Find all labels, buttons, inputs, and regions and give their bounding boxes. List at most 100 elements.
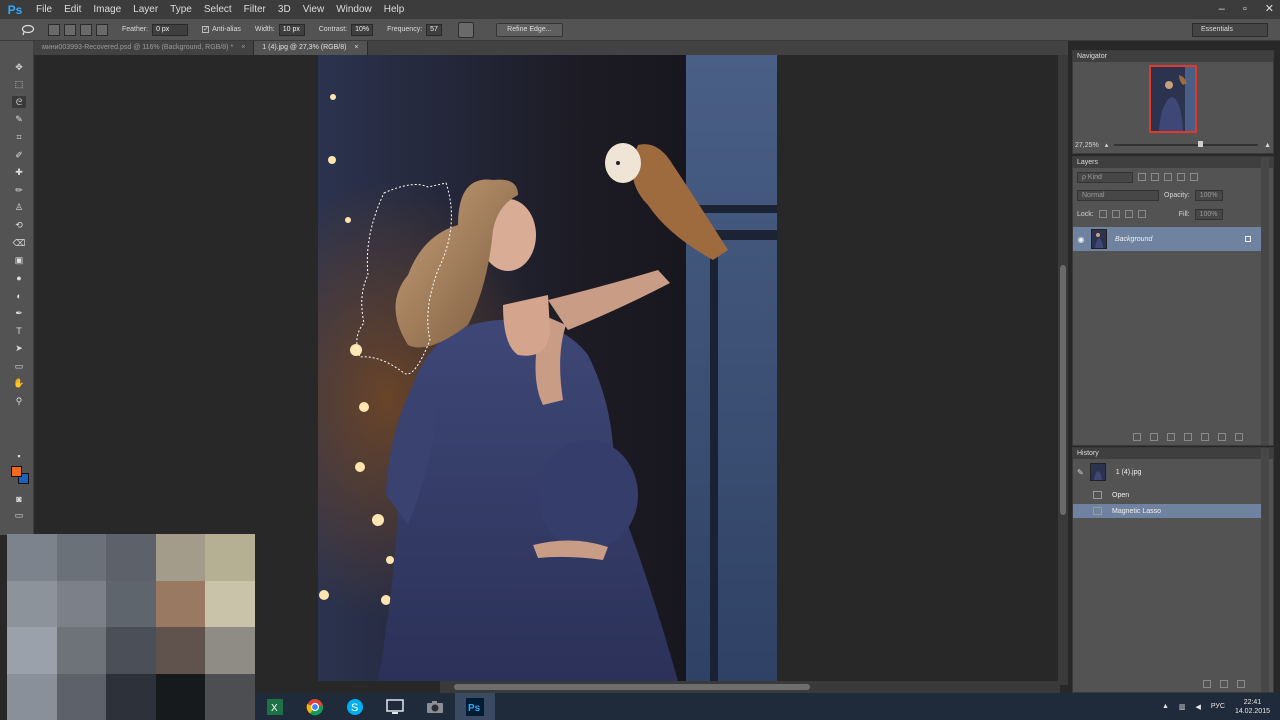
workspace-select[interactable]: Essentials: [1192, 23, 1268, 37]
foreground-color-swatch[interactable]: [11, 466, 22, 477]
menu-help[interactable]: Help: [378, 0, 411, 19]
quick-select-icon[interactable]: ✎: [12, 114, 26, 126]
history-step-magnetic-lasso[interactable]: Magnetic Lasso: [1073, 504, 1261, 518]
clock[interactable]: 22:41 14.02.2015: [1235, 698, 1270, 716]
menu-view[interactable]: View: [297, 0, 331, 19]
maximize-button[interactable]: ▫: [1243, 0, 1247, 18]
layer-style-icon[interactable]: [1150, 433, 1158, 441]
frequency-input[interactable]: 57: [426, 23, 443, 36]
lock-all-icon[interactable]: [1137, 210, 1146, 218]
zoom-icon[interactable]: ⚲: [12, 395, 26, 407]
zoom-value[interactable]: 27,25%: [1075, 142, 1099, 149]
excel-icon[interactable]: X: [255, 693, 295, 720]
layers-scrollbar[interactable]: [1261, 157, 1269, 445]
history-scrollbar[interactable]: [1261, 448, 1269, 692]
menu-filter[interactable]: Filter: [238, 0, 272, 19]
feather-input[interactable]: 0 px: [152, 23, 189, 36]
rectangle-icon[interactable]: ▭: [12, 360, 26, 372]
menu-edit[interactable]: Edit: [58, 0, 87, 19]
new-layer-icon[interactable]: [1218, 433, 1226, 441]
delete-layer-icon[interactable]: [1235, 433, 1243, 441]
lock-position-icon[interactable]: [1124, 210, 1133, 218]
new-document-from-state-icon[interactable]: [1203, 680, 1211, 688]
smart-filter-icon[interactable]: [1190, 173, 1198, 181]
history-brush-source-icon[interactable]: ✎: [1077, 468, 1084, 477]
menu-file[interactable]: File: [30, 0, 58, 19]
layers-title[interactable]: Layers: [1073, 157, 1273, 168]
eraser-icon[interactable]: ⌫: [12, 237, 26, 249]
zoom-slider[interactable]: [1114, 141, 1259, 147]
magnetic-lasso-icon[interactable]: [18, 22, 38, 38]
new-selection-icon[interactable]: [48, 23, 60, 36]
pen-icon[interactable]: ✒: [12, 307, 26, 319]
brush-icon[interactable]: ✏: [12, 184, 26, 196]
history-brush-icon[interactable]: ⟲: [12, 219, 26, 231]
lock-image-icon[interactable]: [1111, 210, 1120, 218]
delete-state-icon[interactable]: [1237, 680, 1245, 688]
layer-mask-icon[interactable]: [1167, 433, 1175, 441]
crop-icon[interactable]: ⌗: [12, 131, 26, 143]
shape-filter-icon[interactable]: [1177, 173, 1185, 181]
menu-window[interactable]: Window: [330, 0, 378, 19]
pen-pressure-button[interactable]: [458, 21, 475, 38]
zoom-in-icon[interactable]: ▲: [1264, 142, 1271, 149]
document-image[interactable]: [318, 55, 777, 681]
lasso-icon[interactable]: ᘓ: [12, 96, 26, 109]
zoom-slider-knob[interactable]: [1197, 141, 1203, 147]
tab-1-4-jpg[interactable]: 1 (4).jpg @ 27,3% (RGB/8) ×: [254, 41, 368, 55]
photoshop-taskbar-icon[interactable]: Ps: [455, 693, 495, 720]
navigator-title[interactable]: Navigator: [1073, 51, 1273, 62]
new-group-icon[interactable]: [1201, 433, 1209, 441]
type-icon[interactable]: T: [12, 325, 26, 337]
zoom-out-icon[interactable]: ▴: [1105, 141, 1109, 149]
refine-edge-button[interactable]: Refine Edge...: [496, 22, 563, 37]
marquee-icon[interactable]: ⬚: [12, 79, 26, 91]
clone-stamp-icon[interactable]: ♙: [12, 202, 26, 214]
gradient-icon[interactable]: ▣: [12, 255, 26, 267]
dodge-icon[interactable]: ◐: [12, 290, 26, 302]
type-filter-icon[interactable]: [1164, 173, 1172, 181]
adjustment-filter-icon[interactable]: [1151, 173, 1159, 181]
quick-mask-icon[interactable]: ◙: [12, 493, 26, 505]
layer-name[interactable]: Background: [1115, 236, 1245, 243]
path-select-icon[interactable]: ➤: [12, 343, 26, 355]
horizontal-scrollbar[interactable]: [440, 681, 1060, 693]
pixel-filter-icon[interactable]: [1138, 173, 1146, 181]
tray-arrow-icon[interactable]: ▲: [1162, 703, 1169, 710]
fill-input[interactable]: 100%: [1194, 208, 1223, 220]
move-icon[interactable]: ✥: [12, 61, 26, 73]
add-selection-icon[interactable]: [64, 23, 76, 36]
new-snapshot-icon[interactable]: [1220, 680, 1228, 688]
lock-transparent-icon[interactable]: [1098, 210, 1107, 218]
menu-select[interactable]: Select: [198, 0, 238, 19]
tab-recovered-psd[interactable]: мини003993-Recovered.psd @ 116% (Backgro…: [34, 41, 255, 55]
intersect-selection-icon[interactable]: [96, 23, 108, 36]
subtract-selection-icon[interactable]: [80, 23, 92, 36]
healing-icon[interactable]: ✚: [12, 167, 26, 179]
eyedropper-icon[interactable]: ✐: [12, 149, 26, 161]
vertical-scrollbar[interactable]: [1058, 55, 1068, 685]
layer-row-background[interactable]: ◉ Background: [1073, 227, 1261, 251]
close-button[interactable]: ✕: [1265, 0, 1274, 18]
minimize-button[interactable]: –: [1219, 0, 1225, 18]
eye-icon[interactable]: ◉: [1073, 235, 1089, 244]
antialias-checkbox[interactable]: ✓ Anti-alias: [202, 26, 241, 33]
close-tab-icon[interactable]: ×: [241, 41, 245, 55]
monitor-icon[interactable]: [375, 693, 415, 720]
contrast-input[interactable]: 10%: [351, 23, 374, 36]
menu-3d[interactable]: 3D: [272, 0, 297, 19]
scroll-thumb[interactable]: [454, 684, 810, 690]
default-colors-icon[interactable]: ▪: [12, 450, 26, 462]
blend-mode-select[interactable]: Normal: [1077, 189, 1159, 201]
menu-type[interactable]: Type: [164, 0, 198, 19]
network-icon[interactable]: ▥: [1179, 703, 1186, 711]
navigator-preview[interactable]: [1149, 65, 1197, 133]
history-snapshot[interactable]: ✎ 1 (4).jpg: [1073, 462, 1261, 482]
keyboard-language[interactable]: РУС: [1211, 703, 1225, 710]
opacity-input[interactable]: 100%: [1194, 189, 1223, 201]
history-step-open[interactable]: Open: [1073, 488, 1261, 502]
screen-mode-icon[interactable]: ▭: [12, 509, 26, 521]
chrome-icon[interactable]: [295, 693, 335, 720]
hand-icon[interactable]: ✋: [12, 378, 26, 390]
close-tab-icon[interactable]: ×: [354, 41, 358, 55]
